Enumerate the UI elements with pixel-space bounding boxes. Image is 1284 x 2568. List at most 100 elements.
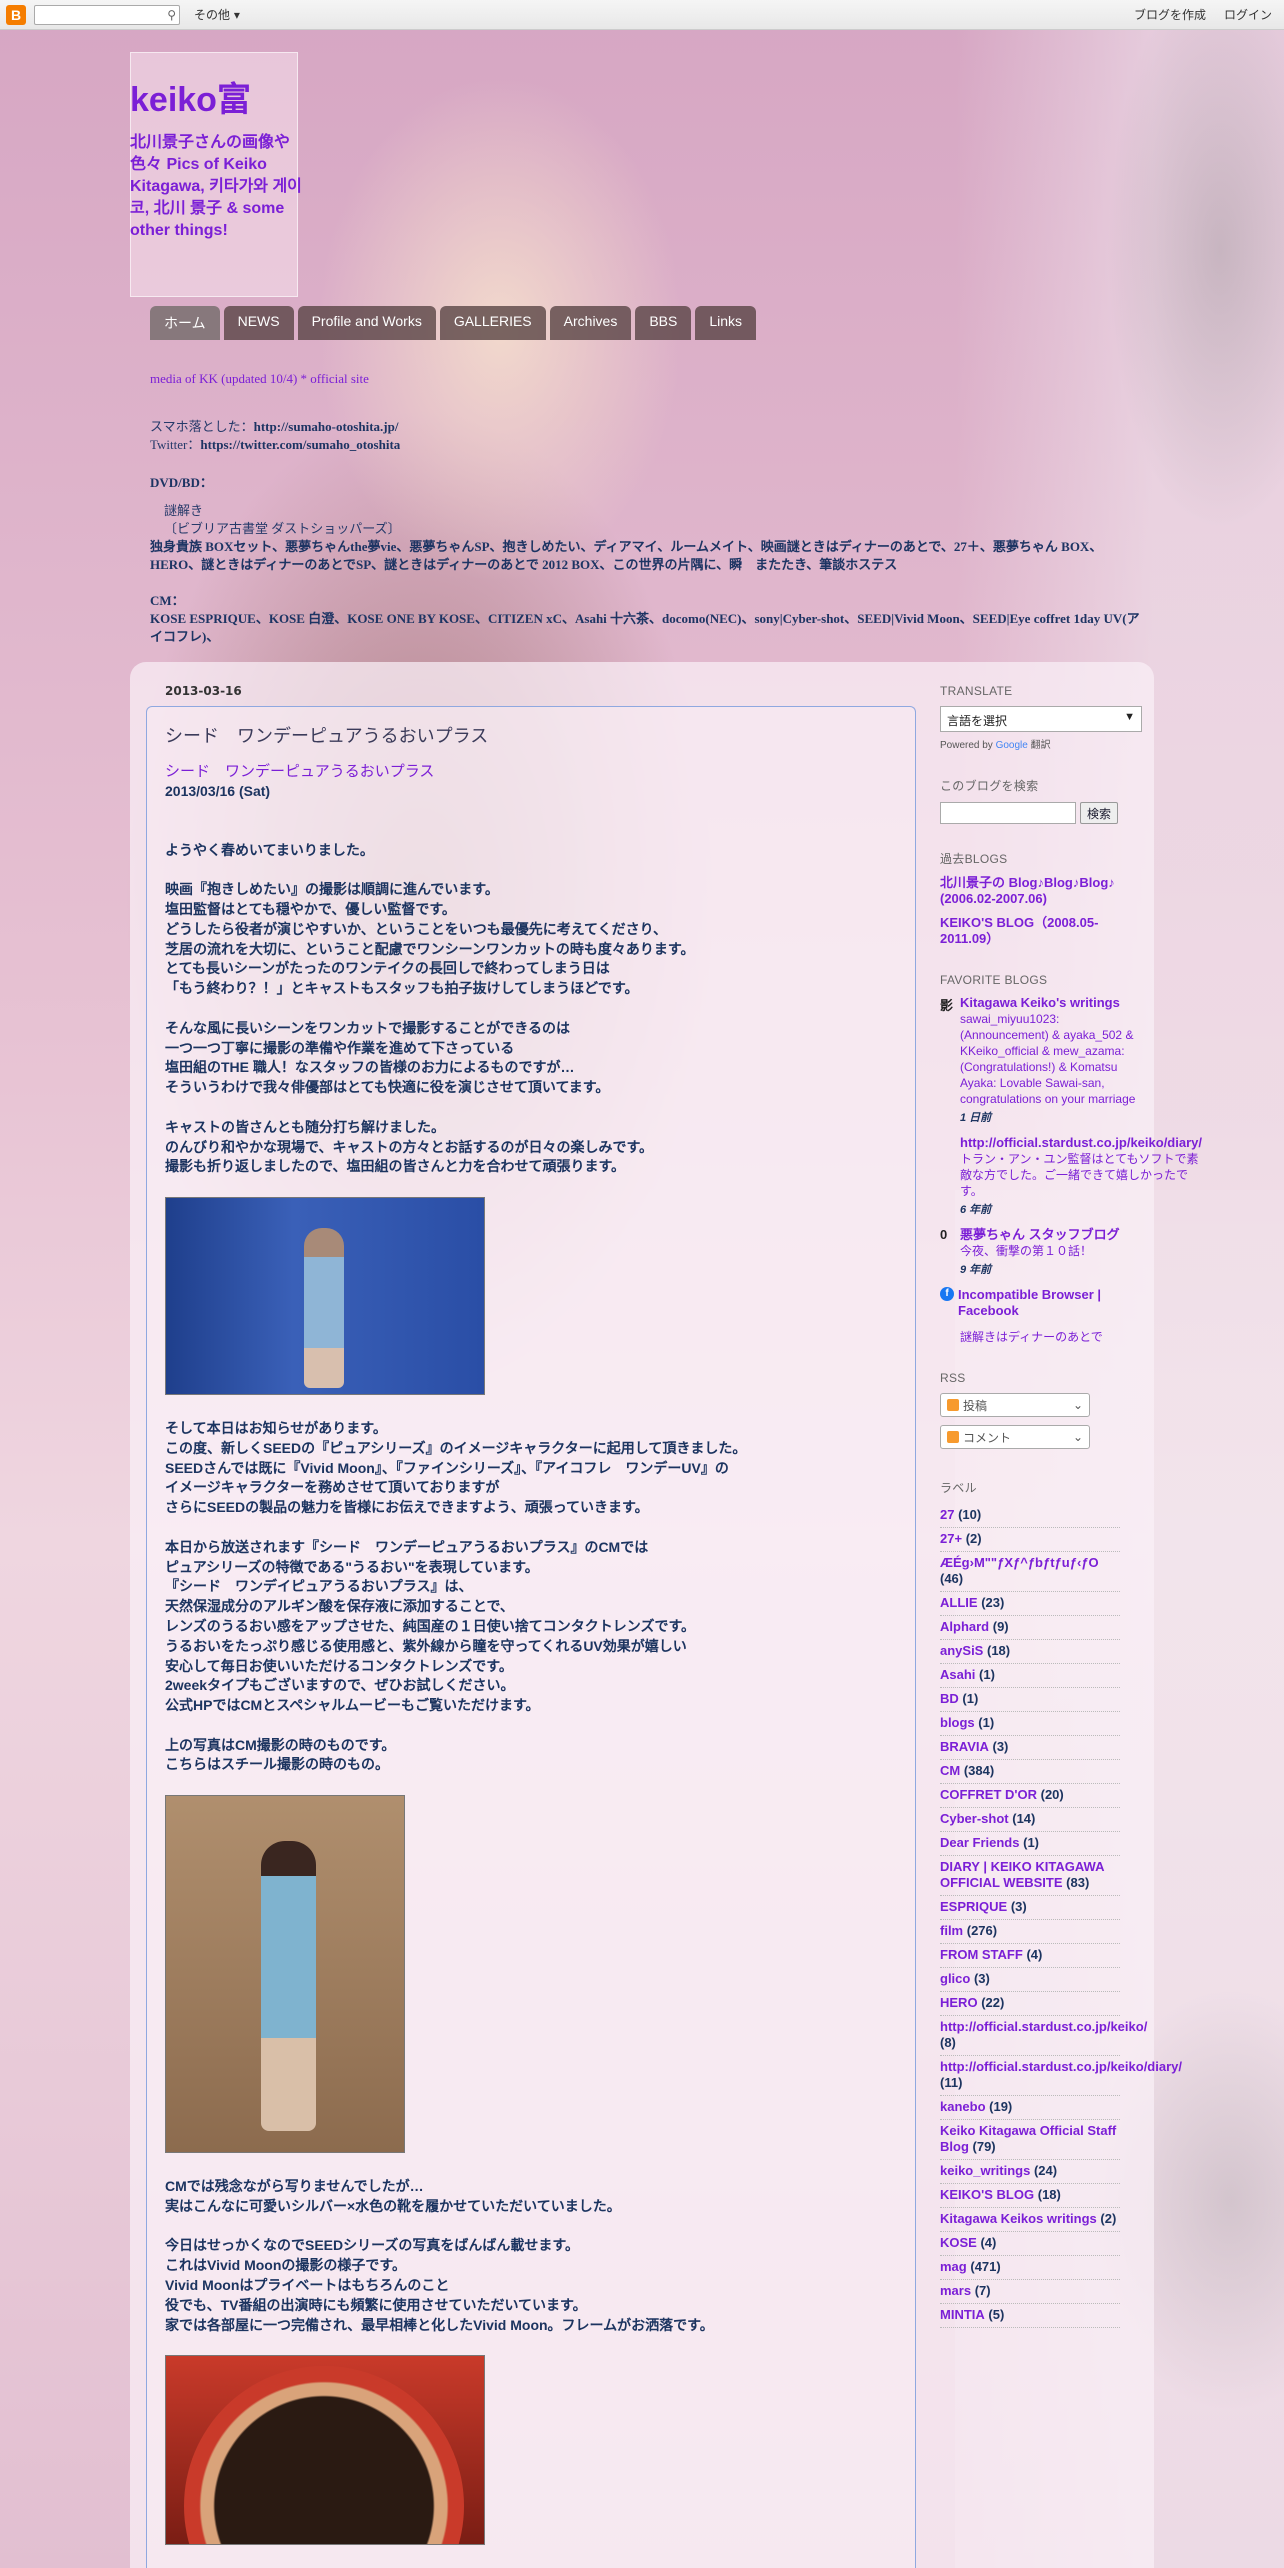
favorite-blog-title[interactable]: Kitagawa Keiko's writings xyxy=(960,995,1140,1011)
label-link[interactable]: 27+ xyxy=(940,1531,962,1546)
favorite-blog-title[interactable]: http://official.stardust.co.jp/keiko/dia… xyxy=(960,1135,1202,1151)
blogger-navbar: B ⚲ その他 ▾ ブログを作成 ログイン xyxy=(0,0,1284,30)
rss-posts-button[interactable]: 投稿 ⌄ xyxy=(940,1393,1090,1417)
favorite-blog-title[interactable]: Incompatible Browser | Facebook xyxy=(958,1287,1140,1319)
post-photo-cm[interactable] xyxy=(165,1196,485,1395)
label-item: FROM STAFF (4) xyxy=(940,1944,1120,1968)
label-item: Keiko Kitagawa Official Staff Blog (79) xyxy=(940,2120,1120,2160)
post-sub-title[interactable]: シード ワンデーピュアうるおいプラス xyxy=(165,762,825,782)
label-count: (2) xyxy=(965,1531,982,1546)
label-link[interactable]: anySiS xyxy=(940,1643,983,1658)
post-photo-still[interactable] xyxy=(165,1795,405,2154)
label-link[interactable]: BD xyxy=(940,1691,959,1706)
post-photo-vivid-moon[interactable] xyxy=(165,2355,485,2546)
label-item: Cyber-shot (14) xyxy=(940,1808,1120,1832)
tab-news[interactable]: NEWS xyxy=(223,306,294,340)
label-link[interactable]: film xyxy=(940,1923,963,1938)
label-count: (83) xyxy=(1066,1875,1090,1890)
label-link[interactable]: Cyber-shot xyxy=(940,1811,1009,1826)
label-item: ALLIE (23) xyxy=(940,1592,1120,1616)
favorite-blog-title[interactable]: 悪夢ちゃん スタッフブログ xyxy=(960,1227,1120,1243)
label-link[interactable]: glico xyxy=(940,1971,970,1986)
tab-home[interactable]: ホーム xyxy=(150,306,220,340)
blog-search-input[interactable] xyxy=(940,802,1076,824)
tab-galleries[interactable]: GALLERIES xyxy=(439,306,546,340)
header-info: media of KK (updated 10/4) * official si… xyxy=(150,370,1140,664)
label-count: (2) xyxy=(1100,2211,1117,2226)
language-select[interactable]: 言語を選択 ▼ xyxy=(940,706,1142,732)
twitter-link[interactable]: https://twitter.com/sumaho_otoshita xyxy=(200,437,400,452)
blogger-logo-icon[interactable]: B xyxy=(6,4,26,25)
label-link[interactable]: MINTIA xyxy=(940,2307,985,2322)
label-item: Kitagawa Keikos writings (2) xyxy=(940,2208,1120,2232)
promo-link[interactable]: http://sumaho-otoshita.jp/ xyxy=(254,419,399,434)
label-link[interactable]: http://official.stardust.co.jp/keiko/ xyxy=(940,2019,1147,2034)
label-link[interactable]: ÆÉg›M""ƒXƒ^ƒbƒtƒuƒ‹ƒO xyxy=(940,1555,1099,1570)
label-link[interactable]: CM xyxy=(940,1763,960,1778)
label-item: Alphard (9) xyxy=(940,1616,1120,1640)
label-link[interactable]: ALLIE xyxy=(940,1595,978,1610)
past-blogs-heading: 過去BLOGS xyxy=(940,852,1008,866)
tab-archives[interactable]: Archives xyxy=(549,306,632,340)
label-link[interactable]: kanebo xyxy=(940,2099,986,2114)
label-link[interactable]: Kitagawa Keikos writings xyxy=(940,2211,1097,2226)
navbar-search-input[interactable]: ⚲ xyxy=(34,4,180,25)
favorite-blog-snippet[interactable]: トラン・アン・ユン監督はとてもソフトで素敵な方でした。ご一緒できて嬉しかったです… xyxy=(960,1151,1202,1199)
create-blog-link[interactable]: ブログを作成 xyxy=(1134,6,1206,23)
label-link[interactable]: http://official.stardust.co.jp/keiko/dia… xyxy=(940,2059,1182,2074)
favorite-blog-snippet[interactable]: 謎解きはディナーのあとで xyxy=(960,1329,1103,1345)
label-link[interactable]: 27 xyxy=(940,1507,954,1522)
label-link[interactable]: BRAVIA xyxy=(940,1739,989,1754)
cm-list: KOSE ESPRIQUE、KOSE 白澄、KOSE ONE BY KOSE、C… xyxy=(150,611,1140,644)
label-count: (24) xyxy=(1033,2163,1058,2178)
label-link[interactable]: mag xyxy=(940,2259,967,2274)
label-link[interactable]: COFFRET D'OR xyxy=(940,1787,1037,1802)
label-link[interactable]: Alphard xyxy=(940,1619,989,1634)
past-blog-link[interactable]: 北川景子の Blog♪Blog♪Blog♪ (2006.02-2007.06) xyxy=(940,875,1140,907)
favorite-blog-snippet[interactable]: sawai_miyuu1023: (Announcement) & ayaka_… xyxy=(960,1011,1140,1107)
label-item: Asahi (1) xyxy=(940,1664,1120,1688)
favorite-blog-time: 9 年前 xyxy=(960,1264,992,1276)
label-link[interactable]: ESPRIQUE xyxy=(940,1899,1007,1914)
label-item: ESPRIQUE (3) xyxy=(940,1896,1120,1920)
label-link[interactable]: blogs xyxy=(940,1715,975,1730)
label-link[interactable]: mars xyxy=(940,2283,971,2298)
dvd-sub2: 〔ビブリア古書堂 ダストショッパーズ〕 xyxy=(164,521,401,536)
rss-comments-button[interactable]: コメント ⌄ xyxy=(940,1425,1090,1449)
label-link[interactable]: FROM STAFF xyxy=(940,1947,1023,1962)
tab-links[interactable]: Links xyxy=(695,306,757,340)
label-link[interactable]: HERO xyxy=(940,1995,978,2010)
navbar-more-menu[interactable]: その他 ▾ xyxy=(194,6,240,23)
label-count: (5) xyxy=(988,2307,1005,2322)
blog-title[interactable]: keiko富 xyxy=(130,72,251,121)
tab-profile-and-works[interactable]: Profile and Works xyxy=(297,306,436,340)
label-link[interactable]: Keiko Kitagawa Official Staff Blog xyxy=(940,2123,1116,2154)
past-blog-link[interactable]: KEIKO'S BLOG（2008.05-2011.09） xyxy=(940,915,1140,947)
label-item: ÆÉg›M""ƒXƒ^ƒbƒtƒuƒ‹ƒO (46) xyxy=(940,1552,1120,1592)
post-title[interactable]: シード ワンデーピュアうるおいプラス xyxy=(165,722,488,748)
label-link[interactable]: Asahi xyxy=(940,1667,975,1682)
powered-by-text: Powered by xyxy=(940,740,993,751)
label-item: http://official.stardust.co.jp/keiko/dia… xyxy=(940,2056,1182,2096)
label-link[interactable]: KEIKO'S BLOG xyxy=(940,2187,1034,2202)
label-link[interactable]: KOSE xyxy=(940,2235,977,2250)
label-count: (4) xyxy=(1026,1947,1043,1962)
label-item: 27 (10) xyxy=(940,1504,1120,1528)
media-line[interactable]: media of KK (updated 10/4) * official si… xyxy=(150,370,1140,388)
favorite-blog-snippet[interactable]: 今夜、衝撃の第１０話！ xyxy=(960,1243,1120,1259)
label-link[interactable]: keiko_writings xyxy=(940,2163,1030,2178)
label-count: (9) xyxy=(992,1619,1009,1634)
page-tabs: ホーム NEWS Profile and Works GALLERIES Arc… xyxy=(150,306,757,340)
label-item: Dear Friends (1) xyxy=(940,1832,1120,1856)
tab-bbs[interactable]: BBS xyxy=(635,306,692,340)
label-link[interactable]: Dear Friends xyxy=(940,1835,1019,1850)
search-icon[interactable]: ⚲ xyxy=(167,8,176,22)
translate-link[interactable]: 翻訳 xyxy=(1031,740,1051,751)
blog-search-button[interactable]: 検索 xyxy=(1080,802,1119,824)
label-count: (1) xyxy=(979,1667,995,1682)
post-paragraph: 今日はせっかくなのでSEEDシリーズの写真をばんばん載せます。 これはVivid… xyxy=(165,2237,714,2333)
label-count: (23) xyxy=(981,1595,1005,1610)
label-count: (11) xyxy=(940,2075,963,2090)
label-item: BD (1) xyxy=(940,1688,1120,1712)
login-link[interactable]: ログイン xyxy=(1224,6,1272,23)
